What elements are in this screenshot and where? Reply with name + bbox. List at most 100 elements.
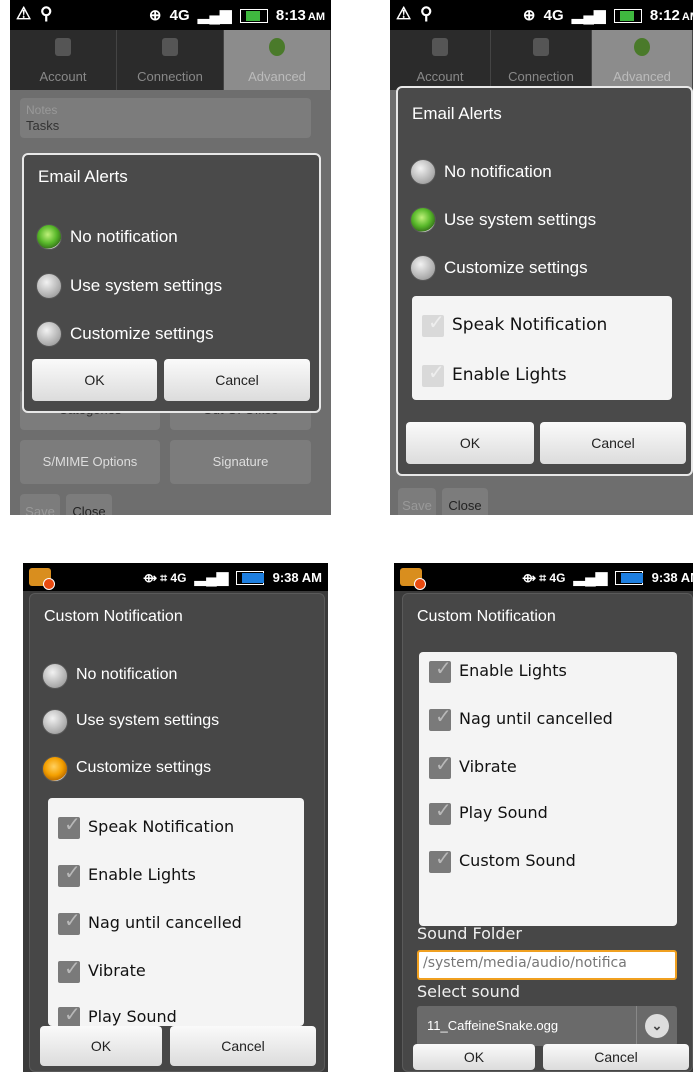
notes-tasks-field[interactable]: Notes Tasks [20, 98, 311, 138]
tab-connection[interactable]: Connection [117, 30, 224, 90]
close-button[interactable]: Close [442, 488, 488, 515]
email-alerts-dialog: Email Alerts No notification Use system … [396, 86, 693, 476]
tasks-label: Tasks [26, 118, 60, 133]
clock: 9:38 AM [651, 570, 693, 585]
person-icon [55, 38, 71, 56]
status-bar: ⟴ ⌗ 4G ▂▄▆ 9:38 AM [23, 563, 328, 591]
tab-label: Advanced [613, 69, 671, 84]
signal-icon: ▂▄▆ [571, 7, 606, 24]
tab-label: Account [416, 69, 464, 84]
radio-icon [42, 709, 68, 735]
tab-label: Connection [508, 69, 574, 84]
checkbox-label: Play Sound [88, 1007, 177, 1026]
notification-icon [29, 568, 55, 590]
ok-button[interactable]: OK [413, 1044, 535, 1070]
gps-icon: ⊕ [148, 7, 162, 24]
screenshot-custom-notification-scrolled: ⟴ ⌗ 4G ▂▄▆ 9:38 AM Custom Notification ✓… [394, 563, 693, 1072]
checkbox-label: Enable Lights [452, 365, 567, 385]
checkbox-label: Nag until cancelled [88, 913, 242, 932]
signal-icon: ▂▄▆ [194, 569, 229, 586]
radio-icon [36, 273, 62, 299]
ok-button[interactable]: OK [32, 359, 157, 401]
checkbox-icon: ✓ [422, 361, 445, 387]
chevron-down-icon[interactable]: ⌄ [645, 1014, 669, 1038]
cancel-button[interactable]: Cancel [164, 359, 310, 401]
tab-connection[interactable]: Connection [491, 30, 592, 90]
checkbox-icon: ✓ [58, 1003, 81, 1026]
checkbox-label: Enable Lights [88, 865, 196, 884]
clock: 8:12 [649, 7, 680, 24]
clock-ampm: AM [681, 11, 693, 23]
radio-selected-icon [410, 207, 436, 233]
radio-label: No notification [444, 162, 552, 181]
sound-folder-input[interactable]: /system/media/audio/notifica [417, 950, 677, 980]
radio-label: Use system settings [76, 712, 220, 729]
dropdown-divider [636, 1006, 637, 1046]
radio-label: No notification [76, 666, 178, 683]
cancel-button[interactable]: Cancel [540, 422, 686, 464]
signal-icon: ▂▄▆ [573, 569, 608, 586]
checkbox-label: Nag until cancelled [459, 709, 613, 728]
checkbox-icon: ✓ [58, 957, 81, 983]
select-sound-value: 11_CaffeineSnake.ogg [427, 1018, 559, 1033]
checkbox-icon: ✓ [429, 705, 452, 731]
screenshot-email-alerts-system: ⚠ ⚲ ⊕ 4G ▂▄▆ 8:12AM Account Connection A… [390, 0, 693, 515]
status-icons: ⟴ ⌗ 4G [522, 571, 566, 585]
checkbox-icon: ✓ [429, 753, 452, 779]
ok-button[interactable]: OK [406, 422, 534, 464]
radio-selected-icon [36, 224, 62, 250]
gear-icon [269, 38, 285, 56]
clock: 8:13 [275, 7, 306, 24]
select-sound-dropdown[interactable]: 11_CaffeineSnake.ogg ⌄ [417, 1006, 677, 1046]
radio-label: Customize settings [444, 258, 588, 277]
screenshot-custom-notification: ⟴ ⌗ 4G ▂▄▆ 9:38 AM Custom Notification N… [23, 563, 328, 1072]
signal-icon: ▂▄▆ [197, 7, 232, 24]
dialog-title: Custom Notification [44, 608, 183, 625]
radio-label: Customize settings [76, 759, 212, 776]
checkbox-label: Speak Notification [88, 817, 235, 836]
server-icon [533, 38, 549, 56]
tab-bar: Account Connection Advanced [390, 30, 693, 90]
tab-account[interactable]: Account [390, 30, 491, 90]
battery-icon [613, 9, 642, 24]
dialog-title: Email Alerts [38, 167, 128, 186]
status-bar: ⚠ ⚲ ⊕ 4G ▂▄▆ 8:13 AM [10, 0, 331, 30]
server-icon [162, 38, 178, 56]
radio-icon [42, 663, 68, 689]
tab-advanced[interactable]: Advanced [592, 30, 693, 90]
checkbox-icon: ✓ [429, 799, 452, 825]
custom-notification-dialog: Custom Notification No notification Use … [29, 593, 325, 1072]
radio-icon [410, 159, 436, 185]
ok-button[interactable]: OK [40, 1026, 162, 1066]
status-left-icons: ⚠ ⚲ [396, 4, 435, 23]
checkbox-icon: ✓ [58, 813, 81, 839]
save-button[interactable]: Save [398, 488, 436, 515]
battery-icon [615, 571, 644, 586]
battery-icon [236, 571, 265, 586]
network-label: 4G [543, 7, 564, 24]
checkbox-label: Speak Notification [452, 315, 608, 335]
radio-label: Use system settings [70, 276, 223, 295]
tab-advanced[interactable]: Advanced [224, 30, 331, 90]
select-sound-label: Select sound [417, 982, 521, 1001]
clock-ampm: AM [307, 11, 325, 23]
smime-options-button[interactable]: S/MIME Options [20, 440, 160, 484]
checkbox-icon: ✓ [58, 909, 81, 935]
signature-button[interactable]: Signature [170, 440, 311, 484]
checkbox-icon: ✓ [429, 657, 452, 683]
radio-selected-icon [42, 756, 68, 782]
close-button[interactable]: Close [66, 494, 112, 515]
checkbox-icon: ✓ [422, 311, 445, 337]
custom-options-list: ✓ Speak Notification ✓ Enable Lights [412, 296, 672, 400]
tab-bar: Account Connection Advanced [10, 30, 331, 90]
cancel-button[interactable]: Cancel [543, 1044, 689, 1070]
tab-label: Advanced [248, 69, 306, 84]
tab-label: Account [39, 69, 87, 84]
cancel-button[interactable]: Cancel [170, 1026, 316, 1066]
save-button[interactable]: Save [20, 494, 60, 515]
radio-label: Customize settings [70, 324, 214, 343]
radio-icon [36, 321, 62, 347]
sound-folder-label: Sound Folder [417, 924, 522, 943]
tab-label: Connection [137, 69, 203, 84]
tab-account[interactable]: Account [10, 30, 117, 90]
